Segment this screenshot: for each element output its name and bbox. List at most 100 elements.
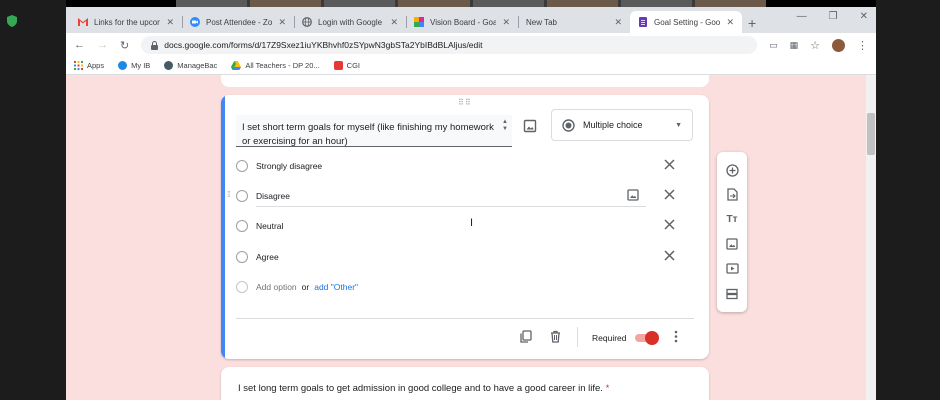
option-row-focused[interactable]: ⁞⁞ Disagree	[227, 186, 691, 207]
floating-toolbar: Tт	[717, 152, 747, 312]
add-other-button[interactable]: add "Other"	[314, 282, 358, 292]
option-row[interactable]: Agree	[236, 247, 691, 267]
duplicate-icon[interactable]	[519, 330, 532, 343]
cast-icon[interactable]: ▭	[769, 40, 778, 51]
remove-option-icon[interactable]	[664, 219, 675, 230]
chevron-down-icon: ▼	[675, 121, 682, 129]
required-asterisk: *	[605, 383, 610, 394]
add-image-icon[interactable]	[523, 119, 537, 133]
radio-empty-icon	[236, 251, 248, 263]
drag-grip-icon[interactable]: ⁞⁞	[227, 190, 231, 199]
radio-empty-icon	[236, 220, 248, 232]
delete-icon[interactable]	[549, 330, 562, 343]
address-bar[interactable]: docs.google.com/forms/d/17Z9Sxez1iuYKBhv…	[141, 36, 758, 54]
participant-video-strip	[176, 0, 766, 7]
scrollbar-thumb[interactable]	[867, 113, 875, 155]
option-label[interactable]: Agree	[256, 252, 279, 262]
browser-window: Links for the upcom ✕ Post Attendee - Zo…	[66, 7, 876, 400]
add-video-icon[interactable]	[725, 262, 739, 276]
jamboard-icon	[414, 17, 424, 27]
tab-vision-board[interactable]: Vision Board - Goal ✕	[406, 11, 518, 33]
option-label[interactable]: Disagree	[256, 191, 290, 201]
required-label: Required	[592, 333, 627, 343]
close-icon[interactable]: ✕	[390, 17, 398, 28]
or-text: or	[301, 282, 310, 292]
browser-menu-icon[interactable]: ⋮	[857, 39, 868, 52]
radio-empty-icon	[236, 190, 248, 202]
remove-option-icon[interactable]	[664, 250, 675, 261]
browser-toolbar: ← → ↻ docs.google.com/forms/d/17Z9Sxez1i…	[66, 33, 876, 57]
tab-goal-setting[interactable]: Goal Setting - Goog ✕	[630, 11, 742, 33]
more-options-icon[interactable]	[672, 330, 680, 343]
minimize-icon[interactable]: —	[797, 11, 807, 22]
shield-icon	[7, 15, 17, 27]
add-option-button[interactable]: Add option	[256, 282, 297, 292]
import-questions-icon[interactable]	[725, 188, 739, 202]
reload-icon[interactable]: ↻	[120, 39, 129, 52]
close-icon[interactable]: ✕	[166, 17, 174, 28]
add-section-icon[interactable]	[725, 287, 739, 301]
tab-new-tab[interactable]: New Tab ✕	[518, 11, 630, 33]
text-cursor-icon: I	[470, 217, 474, 229]
qr-code-icon[interactable]: ▦	[790, 40, 799, 51]
url-text: docs.google.com/forms/d/17Z9Sxez1iuYKBhv…	[164, 40, 483, 50]
tab-title: New Tab	[526, 17, 557, 27]
screen-share-right-margin	[876, 0, 940, 400]
bookmark-all-teachers[interactable]: All Teachers - DP 20...	[231, 61, 320, 70]
drive-icon	[231, 61, 242, 70]
close-icon[interactable]: ✕	[502, 17, 510, 28]
bookmark-my-ib[interactable]: My IB	[118, 61, 150, 70]
tab-title: Vision Board - Goal	[430, 17, 497, 27]
close-icon[interactable]: ✕	[278, 17, 286, 28]
option-input-underline	[256, 206, 646, 207]
remove-option-icon[interactable]	[664, 189, 675, 200]
bookmark-star-icon[interactable]: ☆	[810, 39, 820, 52]
question-card-active[interactable]: ⠿⠿ I set short term goals for myself (li…	[221, 95, 709, 359]
form-editor-canvas: ⠿⠿ I set short term goals for myself (li…	[66, 75, 876, 400]
tab-title: Links for the upcom	[94, 17, 161, 27]
question-title-input[interactable]: I set short term goals for myself (like …	[236, 115, 512, 147]
bookmark-cgi[interactable]: CGI	[333, 61, 360, 70]
tab-login[interactable]: Login with Google - ✕	[294, 11, 406, 33]
option-row[interactable]: Strongly disagree	[236, 156, 691, 176]
question-type-dropdown[interactable]: Multiple choice ▼	[551, 109, 693, 141]
add-title-icon[interactable]: Tт	[725, 213, 739, 227]
bookmark-managebac[interactable]: ManageBac	[164, 61, 217, 70]
drag-handle-icon[interactable]: ⠿⠿	[458, 98, 472, 107]
back-icon[interactable]: ←	[74, 39, 85, 51]
required-toggle[interactable]	[633, 331, 659, 345]
next-question-title: I set long term goals to get admission i…	[238, 383, 603, 394]
option-label[interactable]: Neutral	[256, 221, 283, 231]
profile-avatar[interactable]	[832, 38, 845, 52]
apps-grid-icon	[74, 61, 83, 70]
radio-checked-icon	[562, 118, 575, 132]
tab-title: Goal Setting - Goog	[654, 17, 721, 27]
remove-option-icon[interactable]	[664, 159, 675, 170]
next-question-card[interactable]: I set long term goals to get admission i…	[221, 367, 709, 400]
active-card-accent	[221, 95, 225, 359]
option-image-icon[interactable]	[627, 189, 639, 201]
question-type-label: Multiple choice	[583, 120, 643, 130]
forward-icon[interactable]: →	[97, 39, 108, 51]
close-window-icon[interactable]: ✕	[860, 11, 868, 22]
radio-empty-icon	[236, 281, 248, 293]
question-scroll-arrows[interactable]: ▲ ▼	[502, 119, 508, 133]
close-icon[interactable]: ✕	[614, 17, 622, 28]
radio-empty-icon	[236, 160, 248, 172]
add-image-icon[interactable]	[725, 237, 739, 251]
previous-question-card[interactable]	[221, 75, 709, 87]
bookmarks-bar: Apps My IB ManageBac All Teachers - DP 2…	[66, 57, 876, 75]
bookmark-apps[interactable]: Apps	[74, 61, 104, 70]
new-tab-icon[interactable]: +	[748, 15, 756, 31]
maximize-icon[interactable]: ❐	[829, 11, 838, 22]
cloud-icon	[118, 61, 128, 70]
add-question-icon[interactable]	[725, 163, 739, 177]
tab-title: Post Attendee - Zoo	[206, 17, 273, 27]
option-label[interactable]: Strongly disagree	[256, 161, 322, 171]
option-row[interactable]: Neutral	[236, 216, 691, 236]
add-option-row: Add option or add "Other"	[236, 277, 691, 297]
tab-links[interactable]: Links for the upcom ✕	[70, 11, 182, 33]
tab-zoom[interactable]: Post Attendee - Zoo ✕	[182, 11, 294, 33]
close-icon[interactable]: ✕	[726, 17, 734, 28]
page-scrollbar[interactable]	[866, 75, 876, 400]
